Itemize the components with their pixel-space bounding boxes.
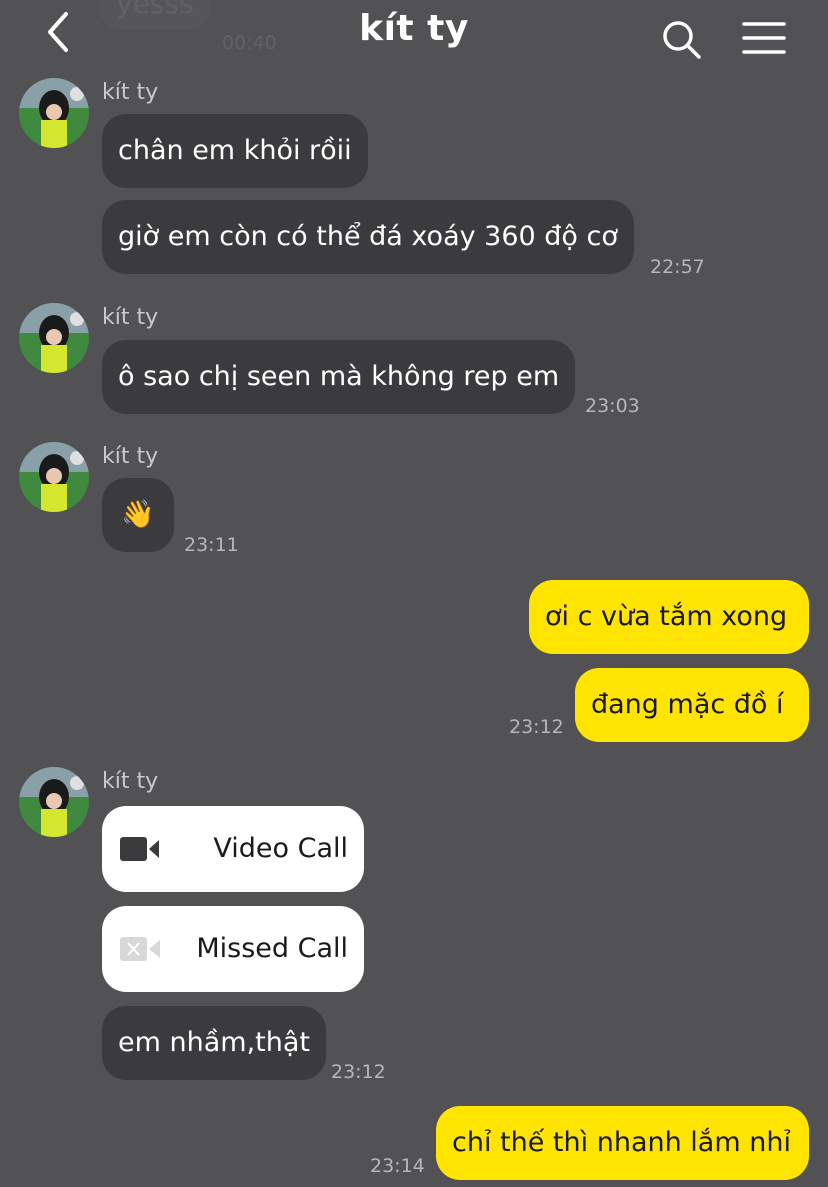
incoming-emoji-message[interactable]: 👋 [102,478,174,552]
contact-avatar[interactable] [19,442,89,512]
avatar-image [19,78,89,148]
contact-avatar[interactable] [19,767,89,837]
outgoing-message[interactable]: chỉ thế thì nhanh lắm nhỉ [436,1106,809,1180]
sender-name: kít ty [102,769,159,794]
menu-button[interactable] [742,20,786,56]
sender-name: kít ty [102,305,159,330]
video-call-card[interactable]: Video Call [102,806,364,892]
avatar-image [19,303,89,373]
message-time: 23:11 [184,534,239,556]
incoming-message[interactable]: giờ em còn có thể đá xoáy 360 độ cơ [102,200,634,274]
outgoing-message[interactable]: đang mặc đồ í [575,668,809,742]
missed-video-call-icon [120,936,162,966]
chat-title: kít ty [359,8,469,49]
message-time: 23:12 [509,716,564,738]
message-time: 23:14 [370,1155,425,1177]
incoming-message[interactable]: em nhầm,thật [102,1006,326,1080]
search-button[interactable] [660,18,702,60]
hamburger-menu-icon [742,22,786,54]
avatar-image [19,767,89,837]
message-time: 23:03 [585,395,640,417]
sender-name: kít ty [102,80,159,105]
call-label: Video Call [213,833,348,864]
avatar-image [19,442,89,512]
search-icon [663,21,701,59]
sender-name: kít ty [102,444,159,469]
contact-avatar[interactable] [19,78,89,148]
call-label: Missed Call [196,933,348,964]
outgoing-message[interactable]: ơi c vừa tắm xong [529,580,809,654]
incoming-message[interactable]: chân em khỏi rồii [102,114,368,188]
message-time: 23:12 [331,1061,386,1083]
incoming-message[interactable]: ô sao chị seen mà không rep em [102,340,576,414]
missed-call-card[interactable]: Missed Call [102,906,364,992]
contact-avatar[interactable] [19,303,89,373]
message-time: 22:57 [650,256,705,278]
video-camera-icon [120,836,160,866]
